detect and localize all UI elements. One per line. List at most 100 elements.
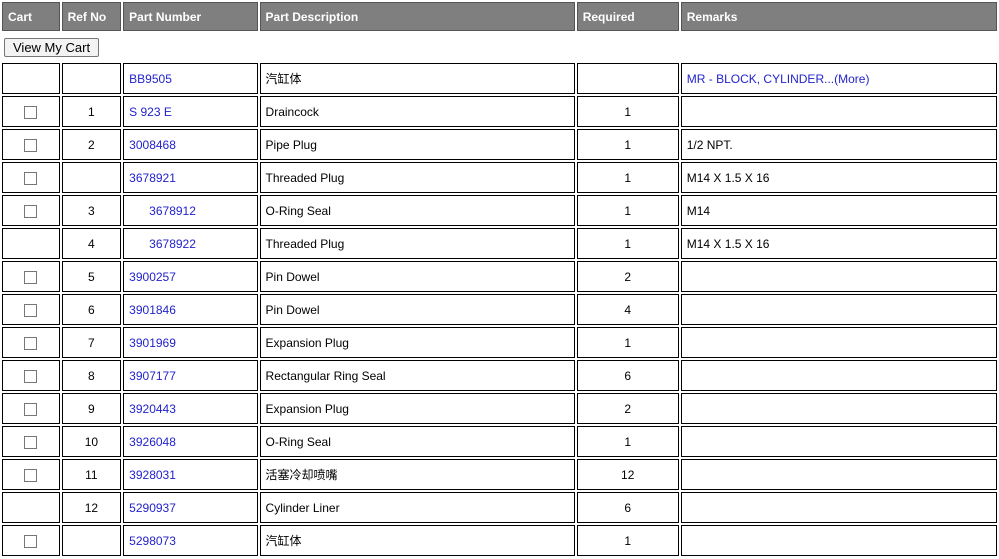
part-description-cell: Expansion Plug bbox=[259, 327, 575, 358]
part-number-cell: 3926048 bbox=[123, 426, 258, 457]
required-qty-cell bbox=[576, 63, 679, 94]
part-number-cell: 3901846 bbox=[123, 294, 258, 325]
part-number-link[interactable]: 3907177 bbox=[129, 369, 176, 383]
part-number-link[interactable]: S 923 E bbox=[129, 105, 172, 119]
remarks-cell bbox=[680, 327, 997, 358]
part-number-link[interactable]: BB9505 bbox=[129, 72, 172, 86]
ref-no-cell: 11 bbox=[61, 459, 122, 490]
cart-cell bbox=[2, 327, 60, 358]
part-description-cell: Threaded Plug bbox=[259, 228, 575, 259]
required-qty-cell: 1 bbox=[576, 228, 679, 259]
table-row: 7 3901969 Expansion Plug 1 bbox=[2, 327, 997, 358]
part-number-link[interactable]: 5290937 bbox=[129, 501, 176, 515]
remarks-cell bbox=[680, 294, 997, 325]
table-row: 12 5290937 Cylinder Liner 6 bbox=[2, 492, 997, 523]
header-cart: Cart bbox=[2, 2, 60, 31]
required-qty-cell: 1 bbox=[576, 96, 679, 127]
table-row: 2 3008468 Pipe Plug 1 1/2 NPT. bbox=[2, 129, 997, 160]
part-number-cell: 5290937 bbox=[123, 492, 258, 523]
add-to-cart-checkbox[interactable] bbox=[24, 468, 38, 482]
table-row: 11 3928031 活塞冷却喷嘴 12 bbox=[2, 459, 997, 490]
ref-no-cell: 8 bbox=[61, 360, 122, 391]
part-number-cell: S 923 E bbox=[123, 96, 258, 127]
remarks-cell bbox=[680, 96, 997, 127]
cart-cell bbox=[2, 162, 60, 193]
remarks-cell: M14 bbox=[680, 195, 997, 226]
ref-no-cell: 6 bbox=[61, 294, 122, 325]
add-to-cart-checkbox[interactable] bbox=[24, 303, 38, 317]
required-qty-cell: 2 bbox=[576, 261, 679, 292]
part-description-cell: Threaded Plug bbox=[259, 162, 575, 193]
part-number-link[interactable]: 3900257 bbox=[129, 270, 176, 284]
part-description-cell: Draincock bbox=[259, 96, 575, 127]
required-qty-cell: 1 bbox=[576, 525, 679, 556]
part-number-cell: 5298073 bbox=[123, 525, 258, 556]
required-qty-cell: 2 bbox=[576, 393, 679, 424]
remarks-cell: 1/2 NPT. bbox=[680, 129, 997, 160]
part-number-link[interactable]: 3678921 bbox=[129, 171, 176, 185]
table-row: 1S 923 E Draincock 1 bbox=[2, 96, 997, 127]
part-description-cell: 汽缸体 bbox=[259, 63, 575, 94]
part-description-cell: Pin Dowel bbox=[259, 261, 575, 292]
header-ref-no: Ref No bbox=[61, 2, 122, 31]
required-qty-cell: 1 bbox=[576, 195, 679, 226]
ref-no-cell: 2 bbox=[61, 129, 122, 160]
part-description-cell: Expansion Plug bbox=[259, 393, 575, 424]
remarks-cell: MR - BLOCK, CYLINDER...(More) bbox=[680, 63, 997, 94]
part-number-link[interactable]: 3901846 bbox=[129, 303, 176, 317]
required-qty-cell: 4 bbox=[576, 294, 679, 325]
add-to-cart-checkbox[interactable] bbox=[24, 435, 38, 449]
remarks-more-link[interactable]: MR - BLOCK, CYLINDER...(More) bbox=[687, 72, 870, 86]
part-number-cell: 3907177 bbox=[123, 360, 258, 391]
remarks-cell bbox=[680, 261, 997, 292]
add-to-cart-checkbox[interactable] bbox=[24, 402, 38, 416]
table-row: BB9505 汽缸体 MR - BLOCK, CYLINDER...(More) bbox=[2, 63, 997, 94]
header-required: Required bbox=[576, 2, 679, 31]
ref-no-cell: 4 bbox=[61, 228, 122, 259]
part-number-link[interactable]: 3008468 bbox=[129, 138, 176, 152]
part-description-cell: Cylinder Liner bbox=[259, 492, 575, 523]
add-to-cart-checkbox[interactable] bbox=[24, 204, 38, 218]
ref-no-cell: 3 bbox=[61, 195, 122, 226]
cart-cell bbox=[2, 393, 60, 424]
add-to-cart-checkbox[interactable] bbox=[24, 369, 38, 383]
cart-cell bbox=[2, 96, 60, 127]
part-number-link[interactable]: 3678922 bbox=[129, 237, 196, 251]
part-number-link[interactable]: 3926048 bbox=[129, 435, 176, 449]
ref-no-cell: 9 bbox=[61, 393, 122, 424]
remarks-cell bbox=[680, 459, 997, 490]
part-number-link[interactable]: 5298073 bbox=[129, 534, 176, 548]
cart-cell bbox=[2, 63, 60, 94]
cart-cell bbox=[2, 294, 60, 325]
cart-cell bbox=[2, 492, 60, 523]
part-number-link[interactable]: 3928031 bbox=[129, 468, 176, 482]
ref-no-cell bbox=[61, 525, 122, 556]
add-to-cart-checkbox[interactable] bbox=[24, 534, 38, 548]
ref-no-cell: 7 bbox=[61, 327, 122, 358]
parts-table: Cart Ref No Part Number Part Description… bbox=[0, 0, 999, 558]
part-number-link[interactable]: 3678912 bbox=[129, 204, 196, 218]
ref-no-cell: 10 bbox=[61, 426, 122, 457]
table-row: 8 3907177 Rectangular Ring Seal 6 bbox=[2, 360, 997, 391]
table-row: 3 3678912 O-Ring Seal 1 M14 bbox=[2, 195, 997, 226]
view-my-cart-button[interactable]: View My Cart bbox=[4, 37, 100, 57]
add-to-cart-checkbox[interactable] bbox=[24, 270, 38, 284]
part-number-link[interactable]: 3901969 bbox=[129, 336, 176, 350]
part-description-cell: Pin Dowel bbox=[259, 294, 575, 325]
add-to-cart-checkbox[interactable] bbox=[24, 105, 38, 119]
required-qty-cell: 6 bbox=[576, 492, 679, 523]
part-number-link[interactable]: 3920443 bbox=[129, 402, 176, 416]
ref-no-cell bbox=[61, 63, 122, 94]
cart-cell bbox=[2, 228, 60, 259]
part-description-cell: O-Ring Seal bbox=[259, 426, 575, 457]
part-number-cell: BB9505 bbox=[123, 63, 258, 94]
add-to-cart-checkbox[interactable] bbox=[24, 171, 38, 185]
table-row: 6 3901846 Pin Dowel 4 bbox=[2, 294, 997, 325]
cart-cell bbox=[2, 129, 60, 160]
remarks-cell: M14 X 1.5 X 16 bbox=[680, 228, 997, 259]
required-qty-cell: 6 bbox=[576, 360, 679, 391]
add-to-cart-checkbox[interactable] bbox=[24, 138, 38, 152]
table-row: 10 3926048 O-Ring Seal 1 bbox=[2, 426, 997, 457]
add-to-cart-checkbox[interactable] bbox=[24, 336, 38, 350]
table-row: 4 3678922 Threaded Plug 1 M14 X 1.5 X 16 bbox=[2, 228, 997, 259]
